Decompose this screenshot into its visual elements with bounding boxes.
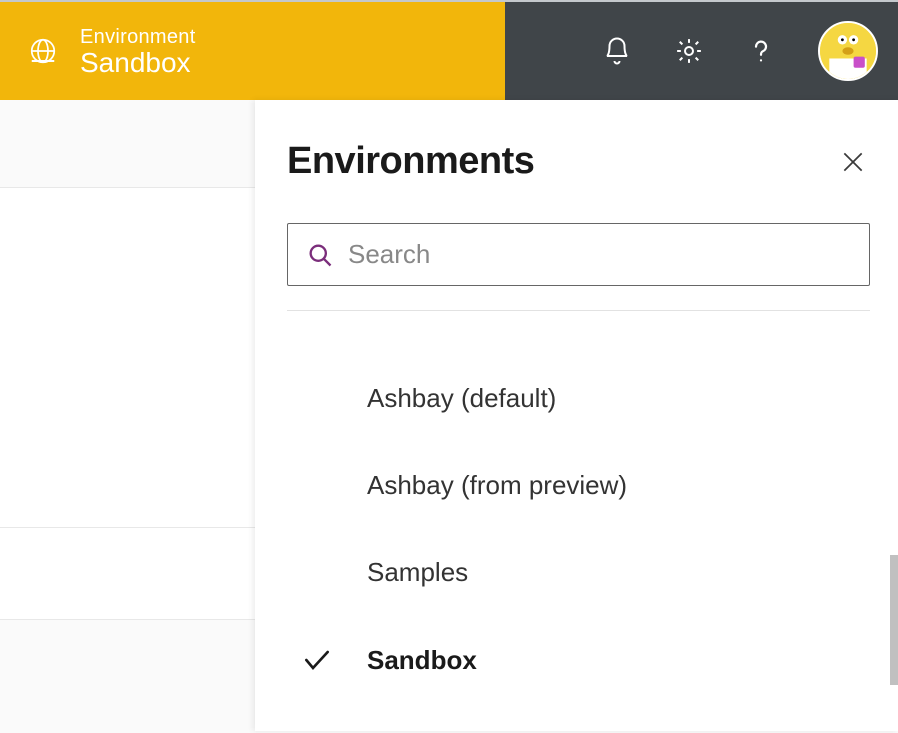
environment-item-label: Ashbay (from preview) [367, 470, 627, 501]
environment-item-selected[interactable]: Sandbox [287, 616, 870, 704]
environment-item[interactable]: Ashbay (from preview) [287, 442, 870, 529]
help-icon[interactable] [746, 36, 776, 66]
environment-item-check [287, 644, 347, 676]
check-icon [301, 644, 333, 676]
globe-icon [28, 36, 58, 66]
environment-labels: Environment Sandbox [80, 24, 196, 79]
topbar-actions [505, 2, 898, 100]
left-strip-bottom [0, 528, 255, 620]
close-button[interactable] [836, 145, 870, 179]
environment-label: Environment [80, 26, 196, 49]
left-pane [0, 100, 255, 731]
gear-icon[interactable] [674, 36, 704, 66]
environment-item-label: Ashbay (default) [367, 383, 556, 414]
left-card [0, 188, 255, 528]
search-input[interactable] [348, 239, 851, 270]
scrollbar[interactable] [890, 555, 898, 685]
top-bar: Environment Sandbox [0, 0, 898, 100]
divider [287, 310, 870, 311]
avatar[interactable] [818, 21, 878, 81]
content-area: Environments Ashbay (default) [0, 100, 898, 731]
search-icon [306, 241, 334, 269]
close-icon [840, 149, 866, 175]
environment-name: Sandbox [80, 47, 196, 79]
search-box[interactable] [287, 223, 870, 286]
environments-panel: Environments Ashbay (default) [255, 100, 898, 731]
environment-item[interactable]: Samples [287, 529, 870, 616]
environment-selector[interactable]: Environment Sandbox [0, 2, 505, 100]
panel-header: Environments [287, 140, 870, 183]
environment-item[interactable]: Ashbay (default) [287, 355, 870, 442]
left-strip-top [0, 100, 255, 188]
environment-list: Ashbay (default) Ashbay (from preview) S… [287, 355, 870, 704]
environment-item-label: Sandbox [367, 645, 477, 676]
bell-icon[interactable] [602, 36, 632, 66]
panel-title: Environments [287, 140, 534, 183]
environment-item-label: Samples [367, 557, 468, 588]
